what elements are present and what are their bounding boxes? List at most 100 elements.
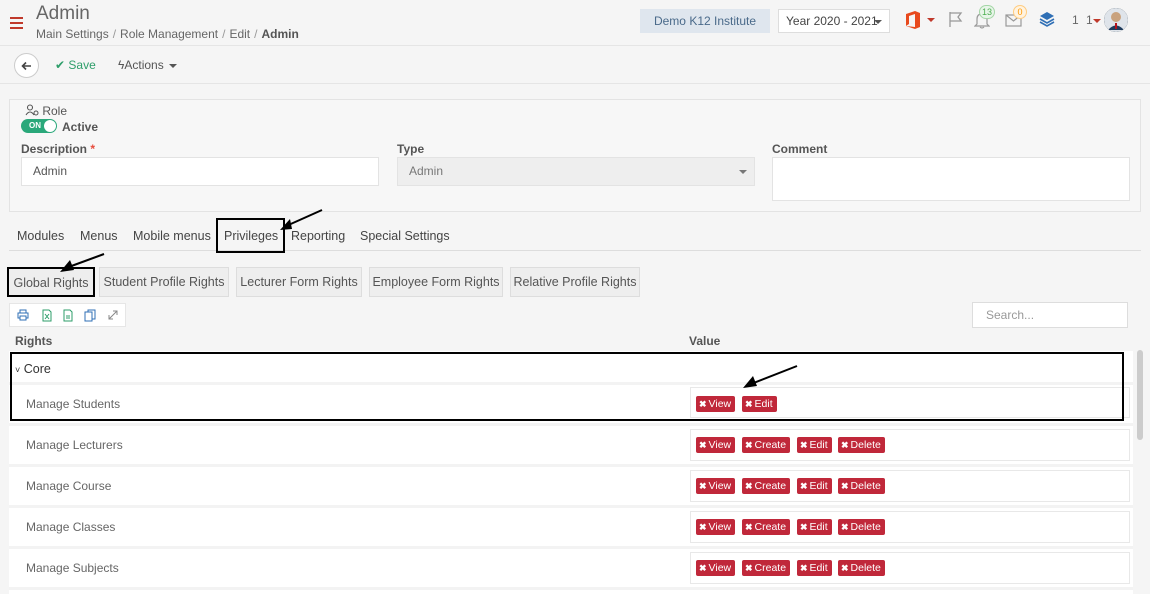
subtab-student-profile-rights[interactable]: Student Profile Rights xyxy=(99,267,229,297)
chip-label: Create xyxy=(754,521,787,533)
chip-label: View xyxy=(708,562,732,574)
chevron-down-icon[interactable] xyxy=(927,18,935,22)
close-icon: ✖ xyxy=(699,522,707,532)
chip-view[interactable]: ✖ View xyxy=(696,560,736,576)
description-input[interactable]: Admin xyxy=(21,157,379,186)
chip-view[interactable]: ✖ View xyxy=(696,437,736,453)
expand-icon[interactable] xyxy=(107,309,119,324)
value-cell[interactable]: ✖ View ✖ Create ✖ Edit ✖ Delete xyxy=(690,511,1130,543)
chip-create[interactable]: ✖ Create xyxy=(742,437,791,453)
value-cell[interactable]: ✖ View ✖ Create ✖ Edit ✖ Delete xyxy=(690,470,1130,502)
close-icon: ✖ xyxy=(699,563,707,573)
close-icon: ✖ xyxy=(800,563,808,573)
close-icon: ✖ xyxy=(745,563,753,573)
annotation-arrow-icon xyxy=(280,209,323,230)
close-icon: ✖ xyxy=(745,481,753,491)
arrow-left-icon xyxy=(21,61,31,71)
flag-icon[interactable] xyxy=(948,11,964,31)
right-label: Manage Subjects xyxy=(26,561,119,575)
active-toggle[interactable]: ON xyxy=(21,119,57,133)
tab-mobile-menus[interactable]: Mobile menus xyxy=(133,229,211,243)
breadcrumb-current: Admin xyxy=(261,27,299,41)
print-icon[interactable] xyxy=(17,309,29,324)
main-tabs: Modules Menus Mobile menus Privileges Re… xyxy=(9,222,1141,251)
table-row: Manage Course ✖ View ✖ Create ✖ Edit ✖ Delet… xyxy=(9,467,1133,505)
annotation-arrow-icon xyxy=(60,253,105,272)
actions-button[interactable]: ϟActions xyxy=(118,58,178,72)
page-title: Admin xyxy=(36,3,90,24)
office-icon[interactable] xyxy=(904,10,922,33)
chip-delete[interactable]: ✖ Delete xyxy=(838,437,885,453)
right-label: Manage Lecturers xyxy=(26,438,123,452)
top-header: Admin Main Settings / Role Management / Edit… xyxy=(0,0,1150,46)
core-rows-highlight xyxy=(10,352,1124,421)
subtab-employee-form-rights[interactable]: Employee Form Rights xyxy=(369,267,503,297)
search-input[interactable]: Search... xyxy=(972,302,1128,328)
menu-icon[interactable] xyxy=(10,17,23,29)
user-name[interactable]: 1 1 xyxy=(1072,13,1095,27)
subtab-relative-profile-rights[interactable]: Relative Profile Rights xyxy=(510,267,640,297)
copy-icon[interactable] xyxy=(84,309,96,325)
toggle-on-label: ON xyxy=(29,121,41,130)
chip-label: Create xyxy=(754,480,787,492)
tab-menus[interactable]: Menus xyxy=(80,229,118,243)
chip-label: View xyxy=(708,439,732,451)
chevron-down-icon[interactable] xyxy=(1093,19,1101,23)
comment-label: Comment xyxy=(772,142,828,156)
close-icon: ✖ xyxy=(841,522,849,532)
breadcrumb: Main Settings / Role Management / Edit / Admin xyxy=(36,27,299,41)
comment-textarea[interactable] xyxy=(772,157,1130,201)
chip-delete[interactable]: ✖ Delete xyxy=(838,560,885,576)
back-button[interactable] xyxy=(14,53,39,78)
csv-icon[interactable] xyxy=(62,309,74,325)
subtab-lecturer-form-rights[interactable]: Lecturer Form Rights xyxy=(236,267,362,297)
close-icon: ✖ xyxy=(800,481,808,491)
chip-edit[interactable]: ✖ Edit xyxy=(797,519,832,535)
breadcrumb-edit[interactable]: Edit xyxy=(229,27,250,41)
chip-edit[interactable]: ✖ Edit xyxy=(797,560,832,576)
save-label: Save xyxy=(68,58,96,72)
chip-label: Delete xyxy=(850,480,881,492)
excel-icon[interactable] xyxy=(41,309,53,325)
chip-create[interactable]: ✖ Create xyxy=(742,478,791,494)
chip-delete[interactable]: ✖ Delete xyxy=(838,478,885,494)
year-select[interactable]: Year 2020 - 2021 xyxy=(778,9,890,33)
value-cell[interactable]: ✖ View ✖ Create ✖ Edit ✖ Delete xyxy=(690,429,1130,461)
tab-modules[interactable]: Modules xyxy=(17,229,64,243)
chevron-down-icon xyxy=(169,63,178,68)
column-header-value: Value xyxy=(689,334,721,348)
chip-create[interactable]: ✖ Create xyxy=(742,519,791,535)
description-label: Description * xyxy=(21,142,95,156)
chevron-down-icon xyxy=(739,170,747,174)
export-toolbar xyxy=(9,303,126,327)
type-select[interactable]: Admin xyxy=(397,157,755,186)
chip-edit[interactable]: ✖ Edit xyxy=(797,478,832,494)
breadcrumb-main-settings[interactable]: Main Settings xyxy=(36,27,109,41)
close-icon: ✖ xyxy=(841,440,849,450)
chip-delete[interactable]: ✖ Delete xyxy=(838,519,885,535)
chip-label: Delete xyxy=(850,521,881,533)
active-label: Active xyxy=(62,120,99,134)
chip-view[interactable]: ✖ View xyxy=(696,478,736,494)
chip-label: View xyxy=(708,480,732,492)
avatar[interactable] xyxy=(1104,8,1128,32)
breadcrumb-role-management[interactable]: Role Management xyxy=(120,27,218,41)
tab-special-settings[interactable]: Special Settings xyxy=(360,229,450,243)
description-label-text: Description xyxy=(21,142,88,156)
institute-button[interactable]: Demo K12 Institute xyxy=(640,9,770,33)
right-label: Manage Course xyxy=(26,479,112,493)
required-mark: * xyxy=(90,142,96,156)
save-button[interactable]: ✔ Save xyxy=(55,58,96,72)
role-section-label: Role xyxy=(25,104,67,118)
chip-view[interactable]: ✖ View xyxy=(696,519,736,535)
close-icon: ✖ xyxy=(699,440,707,450)
close-icon: ✖ xyxy=(745,440,753,450)
chip-create[interactable]: ✖ Create xyxy=(742,560,791,576)
table-row: Manage Lecturers ✖ View ✖ Create ✖ Edit ✖ De… xyxy=(9,426,1133,464)
value-cell[interactable]: ✖ View ✖ Create ✖ Edit ✖ Delete xyxy=(690,552,1130,584)
scrollbar[interactable] xyxy=(1137,350,1143,440)
layers-icon[interactable] xyxy=(1038,10,1056,31)
chip-edit[interactable]: ✖ Edit xyxy=(797,437,832,453)
year-value: Year 2020 - 2021 xyxy=(786,14,878,28)
role-panel: Role ON Active Description * Admin Type … xyxy=(9,99,1141,212)
